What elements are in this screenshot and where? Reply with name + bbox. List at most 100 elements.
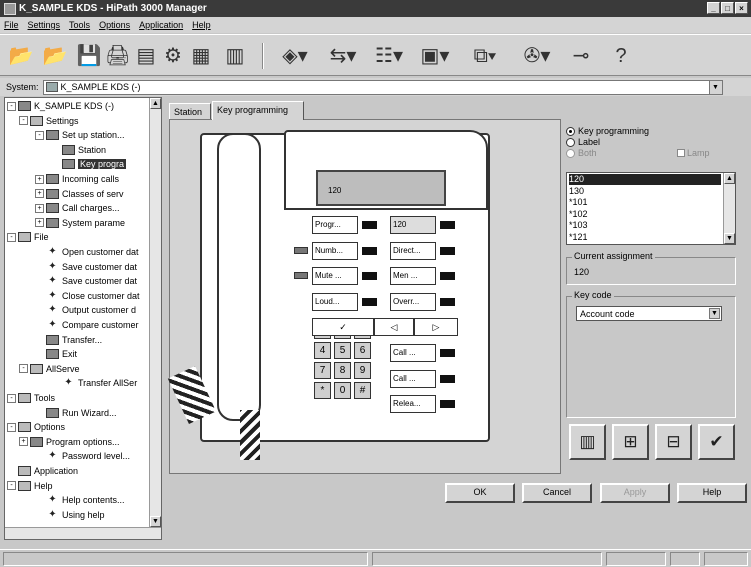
- tree-item[interactable]: ✦ Output customer d: [35, 304, 136, 316]
- phone-nav-left[interactable]: ◁: [374, 318, 414, 336]
- tree-item[interactable]: + Classes of serv: [35, 188, 124, 200]
- tree-item[interactable]: - AllServe: [19, 363, 80, 375]
- add-key-button[interactable]: ⊞: [612, 424, 649, 460]
- key-function-list[interactable]: ▲ ▼ 120 130 *101 *102 *103 *121: [566, 172, 736, 245]
- list-item[interactable]: 120: [569, 174, 721, 185]
- tree-item[interactable]: ✦ Close customer dat: [35, 290, 139, 302]
- menu-application[interactable]: Application: [139, 20, 183, 30]
- list-scrollbar[interactable]: ▲ ▼: [723, 173, 735, 244]
- barcode-button[interactable]: ▥: [569, 424, 606, 460]
- expand-icon[interactable]: +: [35, 189, 44, 199]
- confirm-key-button[interactable]: ✔: [698, 424, 735, 460]
- keypad-key[interactable]: 4: [314, 342, 331, 359]
- minimize-button[interactable]: _: [707, 2, 720, 14]
- tree-item[interactable]: ✦ Help contents...: [35, 494, 124, 506]
- tree-item[interactable]: - Settings: [19, 115, 79, 127]
- keypad-key[interactable]: *: [314, 382, 331, 399]
- keypad-key[interactable]: 5: [334, 342, 351, 359]
- tree-item[interactable]: ✦ Save customer dat: [35, 261, 137, 273]
- lamp-button[interactable]: [294, 246, 308, 254]
- tree-item[interactable]: + Program options...: [19, 436, 120, 448]
- scroll-down-icon[interactable]: ▼: [150, 516, 161, 527]
- chevron-down-icon[interactable]: ▼: [709, 308, 720, 319]
- scroll-down-icon[interactable]: ▼: [724, 233, 735, 244]
- network-icon[interactable]: ⧉▾: [468, 44, 502, 68]
- list-item[interactable]: *102: [569, 209, 721, 220]
- phone-nav-right[interactable]: ▷: [414, 318, 458, 336]
- close-button[interactable]: ×: [735, 2, 748, 14]
- radio-label[interactable]: Label: [566, 137, 600, 147]
- tree-item[interactable]: + Incoming calls: [35, 173, 119, 185]
- expand-icon[interactable]: +: [35, 218, 44, 228]
- keypad-key[interactable]: 0: [334, 382, 351, 399]
- tab-key-programming[interactable]: Key programming: [212, 101, 304, 120]
- tree-item[interactable]: Application: [7, 465, 78, 477]
- tools-icon[interactable]: ✇▾: [520, 44, 554, 68]
- tree-item[interactable]: - Tools: [7, 392, 55, 404]
- tree-item[interactable]: - File: [7, 231, 49, 243]
- keypad-key[interactable]: 6: [354, 342, 371, 359]
- collapse-icon[interactable]: -: [7, 232, 16, 242]
- menu-tools[interactable]: Tools: [69, 20, 90, 30]
- tree-item[interactable]: + System parame: [35, 217, 125, 229]
- tree-item[interactable]: ✦ Save customer dat: [35, 275, 137, 287]
- help-button[interactable]: Help: [677, 483, 747, 503]
- phone-key[interactable]: Call ...: [390, 369, 436, 388]
- phone-nav-ok[interactable]: ✓: [312, 318, 374, 336]
- save-icon[interactable]: 💾: [76, 44, 102, 68]
- collapse-icon[interactable]: -: [35, 130, 44, 140]
- tree-item[interactable]: ✦ Compare customer: [35, 319, 138, 331]
- tree-item[interactable]: ✦ Password level...: [35, 450, 130, 462]
- phone-key[interactable]: Progr...: [312, 216, 358, 234]
- lamp-button[interactable]: [294, 272, 308, 279]
- tree-item[interactable]: - Help: [7, 480, 53, 492]
- transfer-icon[interactable]: ◈▾: [278, 44, 312, 68]
- help-icon[interactable]: ?: [608, 44, 634, 68]
- phone-key[interactable]: Mute ...: [312, 267, 358, 285]
- collapse-icon[interactable]: -: [19, 116, 28, 126]
- menu-help[interactable]: Help: [192, 20, 211, 30]
- remove-key-button[interactable]: ⊟: [655, 424, 692, 460]
- keypad-key[interactable]: 7: [314, 362, 331, 379]
- scroll-up-icon[interactable]: ▲: [724, 173, 735, 184]
- chevron-down-icon[interactable]: ▼: [708, 80, 722, 94]
- tree-item[interactable]: Run Wizard...: [35, 407, 117, 419]
- print-icon[interactable]: 🖨: [105, 44, 130, 68]
- open-file-icon[interactable]: 📂: [42, 44, 68, 68]
- tree-vertical-scrollbar[interactable]: ▲ ▼: [149, 98, 161, 539]
- tab-station[interactable]: Station: [169, 103, 211, 120]
- tree-item[interactable]: Transfer...: [35, 334, 102, 346]
- menu-file[interactable]: File: [4, 20, 19, 30]
- phone-key[interactable]: Call ...: [390, 344, 436, 362]
- cancel-button[interactable]: Cancel: [522, 483, 592, 503]
- expand-icon[interactable]: +: [35, 174, 44, 184]
- phone-key[interactable]: Men ...: [390, 267, 436, 286]
- expand-icon[interactable]: +: [35, 203, 44, 213]
- list-item[interactable]: 130: [569, 186, 721, 197]
- tree-item[interactable]: + Call charges...: [35, 202, 120, 214]
- phone-key[interactable]: Direct...: [390, 241, 436, 260]
- maximize-button[interactable]: □: [721, 2, 734, 14]
- collapse-icon[interactable]: -: [7, 481, 16, 491]
- menu-options[interactable]: Options: [99, 20, 130, 30]
- collapse-icon[interactable]: -: [19, 364, 28, 374]
- tree-item[interactable]: - K_SAMPLE KDS (-): [7, 100, 114, 112]
- system-combo[interactable]: K_SAMPLE KDS (-) ▼: [42, 79, 723, 95]
- tree-item[interactable]: Station: [51, 144, 106, 156]
- module-icon[interactable]: ▣▾: [418, 44, 452, 68]
- expand-icon[interactable]: +: [19, 437, 28, 447]
- tree-item[interactable]: - Options: [7, 421, 65, 433]
- radio-key-programming[interactable]: Key programming: [566, 126, 649, 136]
- phone-key[interactable]: Relea...: [390, 395, 436, 414]
- phone-key[interactable]: Loud...: [312, 292, 358, 311]
- tree-horizontal-scrollbar[interactable]: [5, 527, 161, 539]
- keypad-key[interactable]: #: [354, 382, 371, 399]
- key-icon[interactable]: ⊸: [566, 44, 596, 68]
- tree-item[interactable]: Key progra: [51, 158, 127, 170]
- phone-key[interactable]: Numb...: [312, 241, 358, 260]
- collapse-icon[interactable]: -: [7, 101, 16, 111]
- key-code-select[interactable]: Account code ▼: [576, 306, 722, 321]
- phone-key[interactable]: 120: [390, 216, 436, 234]
- tree-item[interactable]: - Set up station...: [35, 129, 125, 141]
- tree-item[interactable]: Exit: [35, 348, 77, 360]
